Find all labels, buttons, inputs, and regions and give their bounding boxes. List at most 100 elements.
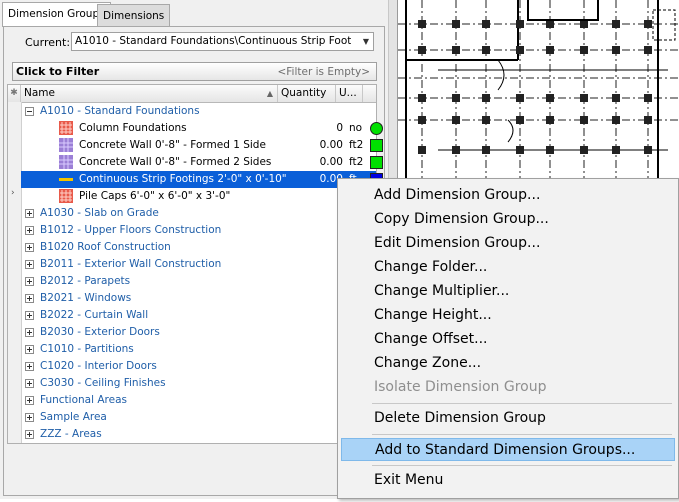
quantity-cell: 0.00 [319,139,343,151]
expand-icon[interactable] [25,209,34,218]
group-label: B2030 - Exterior Doors [40,326,160,338]
item-row[interactable]: Continuous Strip Footings 2'-0" x 0'-10"… [21,171,383,188]
expand-icon[interactable] [25,413,34,422]
group-label: ZZZ - Areas [40,428,102,440]
expand-icon[interactable] [25,260,34,269]
item-row[interactable]: Concrete Wall 0'-8" - Formed 1 Side 0.00 f… [21,137,383,154]
column-header-name[interactable]: Name ▲ [21,85,278,102]
menu-item-change-zone[interactable]: Change Zone... [341,352,675,375]
expand-icon[interactable] [25,311,34,320]
expand-icon[interactable] [25,243,34,252]
menu-item-change-folder[interactable]: Change Folder... [341,256,675,279]
quantity-cell: 0.00 [319,156,343,168]
grid-header: ✱ Name ▲ Quantity U... [8,85,376,103]
menu-item-label: Change Zone... [374,355,482,371]
group-row[interactable]: ZZZ - Areas [21,426,376,443]
current-group-value: A1010 - Standard Foundations\Continuous … [75,35,351,47]
row-indicator-column: › [8,102,22,443]
unit-cell: ft2 [349,156,364,168]
group-row[interactable]: C1010 - Partitions [21,341,376,358]
context-menu: Add Dimension Group... Copy Dimension Gro… [337,178,679,499]
expand-icon[interactable] [25,430,34,439]
count-icon [59,121,73,135]
expand-icon[interactable] [25,277,34,286]
menu-item-change-multiplier[interactable]: Change Multiplier... [341,280,675,303]
filter-status: <Filter is Empty> [277,66,370,78]
current-group-dropdown[interactable]: A1010 - Standard Foundations\Continuous … [71,32,374,51]
group-row[interactable]: C1020 - Interior Doors [21,358,376,375]
filter-bar[interactable]: Click to Filter <Filter is Empty> [12,62,377,81]
menu-item-isolate-dimension-group[interactable]: Isolate Dimension Group [341,376,675,399]
item-label: Column Foundations [79,122,187,134]
filter-title: Click to Filter [16,65,100,78]
menu-item-add-to-standard-dimension-groups[interactable]: Add to Standard Dimension Groups... [341,438,675,461]
group-row[interactable]: B1012 - Upper Floors Construction [21,222,376,239]
expand-icon[interactable] [25,226,34,235]
menu-item-label: Add to Standard Dimension Groups... [375,442,636,458]
dimension-groups-panel: Dimension Groups Dimensions Current: A10… [0,0,388,499]
group-label: B1012 - Upper Floors Construction [40,224,222,236]
menu-item-label: Edit Dimension Group... [374,235,541,251]
area-icon [59,155,73,169]
group-row[interactable]: Sample Area [21,409,376,426]
menu-separator [372,403,672,404]
group-label: C1010 - Partitions [40,343,134,355]
item-row[interactable]: Concrete Wall 0'-8" - Formed 2 Sides 0.00… [21,154,383,171]
group-label: B2012 - Parapets [40,275,131,287]
menu-item-label: Exit Menu [374,472,444,488]
group-label: B2021 - Windows [40,292,132,304]
group-row[interactable]: A1030 - Slab on Grade [21,205,376,222]
tab-dimension-groups[interactable]: Dimension Groups [2,2,111,27]
menu-item-copy-dimension-group[interactable]: Copy Dimension Group... [341,208,675,231]
menu-item-add-dimension-group[interactable]: Add Dimension Group... [341,184,675,207]
item-label: Continuous Strip Footings 2'-0" x 0'-10" [79,173,287,185]
chevron-down-icon[interactable]: ▼ [363,37,369,46]
expand-icon[interactable] [25,362,34,371]
expand-icon[interactable] [25,396,34,405]
group-label: A1010 - Standard Foundations [40,105,200,117]
linear-icon [59,172,73,186]
expand-icon[interactable] [25,328,34,337]
group-row[interactable]: Functional Areas [21,392,376,409]
collapse-icon[interactable] [25,107,34,116]
group-row[interactable]: A1010 - Standard Foundations [21,103,376,120]
group-row[interactable]: B2030 - Exterior Doors [21,324,376,341]
group-row[interactable]: C3030 - Ceiling Finishes [21,375,376,392]
group-row[interactable]: B2011 - Exterior Wall Construction [21,256,376,273]
unit-cell: ft2 [349,139,364,151]
count-icon [59,189,73,203]
menu-item-label: Copy Dimension Group... [374,211,549,227]
column-header-quantity[interactable]: Quantity [278,85,336,102]
expand-icon[interactable] [25,294,34,303]
group-row[interactable]: B1020 Roof Construction [21,239,376,256]
menu-item-change-offset[interactable]: Change Offset... [341,328,675,351]
item-row[interactable]: Column Foundations 0 no [21,120,383,137]
column-header-unit[interactable]: U... [336,85,363,102]
menu-item-edit-dimension-group[interactable]: Edit Dimension Group... [341,232,675,255]
menu-item-label: Isolate Dimension Group [374,379,547,395]
tab-dimensions[interactable]: Dimensions [97,4,171,26]
tab-strip: Dimension Groups Dimensions [0,0,388,27]
color-swatch [370,122,383,135]
menu-item-change-height[interactable]: Change Height... [341,304,675,327]
asterisk-icon[interactable]: ✱ [8,85,21,102]
menu-item-label: Change Multiplier... [374,283,510,299]
color-swatch [370,156,383,169]
area-icon [59,138,73,152]
group-label: Sample Area [40,411,107,423]
group-label: B2011 - Exterior Wall Construction [40,258,222,270]
group-row[interactable]: B2022 - Curtain Wall [21,307,376,324]
item-row[interactable]: Pile Caps 6'-0" x 6'-0" x 3'-0"0 [21,188,376,205]
menu-separator [372,434,672,435]
group-label: Functional Areas [40,394,127,406]
unit-cell: no [349,122,363,134]
menu-item-exit-menu[interactable]: Exit Menu [341,469,675,492]
menu-item-label: Change Offset... [374,331,488,347]
column-header-name-label: Name [24,87,55,99]
group-row[interactable]: B2012 - Parapets [21,273,376,290]
expand-icon[interactable] [25,379,34,388]
group-row[interactable]: B2021 - Windows [21,290,376,307]
menu-item-delete-dimension-group[interactable]: Delete Dimension Group [341,407,675,430]
current-label: Current: [25,36,71,49]
expand-icon[interactable] [25,345,34,354]
